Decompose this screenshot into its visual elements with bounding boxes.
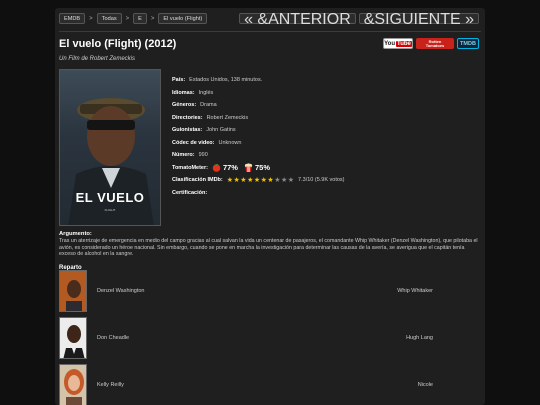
plot-label: Argumento: [59, 231, 92, 237]
tomato-icon [212, 164, 221, 173]
detail-guionistas: Guionistas: John Gatins [172, 124, 472, 137]
cast-character-name: Hugh Lang [406, 335, 433, 341]
prev-next-nav: « &ANTERIOR &SIGUIENTE » [239, 11, 479, 27]
detail-label: País: [172, 77, 186, 84]
star-empty-icon: ★ [280, 176, 288, 184]
detail-label: Géneros: [172, 102, 197, 109]
cast-actor-name[interactable]: Denzel Washington [97, 288, 145, 294]
detail-codec: Códec de video: Unknown [172, 137, 472, 150]
detail-label: Clasificación IMDb: [172, 177, 223, 184]
cast-photo-portrait [60, 271, 86, 311]
imdb-stars: ★ ★ ★ ★ ★ ★ ★ ★ ★ ★ [227, 177, 294, 184]
detail-certificacion: Certificación: [172, 187, 472, 200]
detail-label: Idiomas: [172, 89, 195, 96]
detail-value: John Gatins [206, 127, 236, 134]
detail-value: 990 [198, 152, 208, 159]
cast-photo-portrait [60, 365, 86, 405]
detail-value: Drama [200, 102, 217, 109]
cast-row: Kelly Reilly Nicole [59, 364, 479, 405]
detail-idiomas: Idiomas: Inglés [172, 87, 472, 100]
detail-pais: País: Estados Unidos, 138 minutos. [172, 74, 472, 87]
director-subtitle: Un Film de Robert Zemeckis [59, 56, 136, 62]
page-title: El vuelo (Flight) (2012) [59, 38, 177, 50]
star-filled-icon: ★ [260, 176, 267, 184]
rt-logo-line2: Tomatoes [425, 42, 445, 48]
star-filled-icon: ★ [240, 176, 247, 184]
star-empty-icon: ★ [287, 176, 295, 184]
movie-details: País: Estados Unidos, 138 minutos. Idiom… [172, 74, 472, 199]
next-button[interactable]: &SIGUIENTE » [358, 11, 479, 27]
youtube-logo-tube: Tube [396, 40, 412, 47]
detail-directores: Directories: Robert Zemeckis [172, 112, 472, 125]
tomatometer-audience: 75% [244, 163, 270, 173]
tomatometer-critics-value: 77% [222, 163, 238, 173]
breadcrumb-separator: > [125, 15, 130, 22]
detail-value: Unknown [218, 139, 242, 146]
youtube-logo-you: You [384, 40, 395, 47]
rotten-tomatoes-link[interactable]: Rotten Tomatoes [416, 38, 454, 49]
breadcrumb: EMDB > Todas > E > El vuelo (Flight) [59, 13, 208, 24]
tmdb-link[interactable]: TMDB [457, 38, 479, 49]
cast-row: Don Cheadle Hugh Lang [59, 317, 479, 359]
external-links: You Tube Rotten Tomatoes TMDB [383, 38, 479, 49]
movie-panel: EMDB > Todas > E > El vuelo (Flight) « &… [55, 8, 485, 405]
detail-tomatometer: TomatoMeter: 77% 75% [172, 162, 472, 175]
tomatometer-audience-value: 75% [254, 163, 270, 173]
imdb-rating-text: 7.3/10 (5.9K votos) [298, 177, 345, 184]
cast-character-name: Nicole [417, 382, 433, 388]
cast-actor-name[interactable]: Kelly Reilly [97, 382, 124, 388]
detail-generos: Géneros: Drama [172, 99, 472, 112]
youtube-link[interactable]: You Tube [383, 38, 413, 49]
breadcrumb-current-movie[interactable]: El vuelo (Flight) [158, 13, 208, 24]
detail-value: Robert Zemeckis [206, 114, 249, 121]
previous-button[interactable]: « &ANTERIOR [239, 11, 356, 27]
cast-photo[interactable] [59, 270, 87, 312]
cast-character-name: Whip Whitaker [397, 288, 433, 294]
cast-photo[interactable] [59, 364, 87, 405]
poster-subtitle: FLIGHT [104, 208, 116, 212]
star-filled-icon: ★ [267, 176, 274, 184]
detail-imdb: Clasificación IMDb: ★ ★ ★ ★ ★ ★ ★ ★ ★ ★ 7.3/10 (5… [172, 174, 472, 187]
plot-text: Tras un aterrizaje de emergencia en medi… [59, 238, 478, 257]
movie-poster: EL VUELO FLIGHT [59, 69, 161, 226]
cast-actor-name[interactable]: Don Cheadle [97, 335, 129, 341]
breadcrumb-emdb[interactable]: EMDB [59, 13, 86, 24]
star-filled-icon: ★ [253, 176, 261, 184]
cast-row: Denzel Washington Whip Whitaker [59, 270, 479, 312]
detail-label: TomatoMeter: [172, 164, 208, 171]
breadcrumb-separator: > [150, 15, 155, 22]
tomatometer-critics: 77% [212, 163, 238, 172]
breadcrumb-todas[interactable]: Todas [96, 13, 122, 24]
popcorn-icon [244, 163, 253, 173]
star-filled-icon: ★ [233, 176, 240, 184]
detail-numero: Número: 990 [172, 149, 472, 162]
detail-label: Certificación: [172, 189, 208, 196]
detail-value: Estados Unidos, 138 minutos. [189, 77, 263, 84]
breadcrumb-separator: > [89, 15, 93, 22]
star-filled-icon: ★ [226, 176, 234, 184]
detail-label: Guionistas: [172, 127, 203, 134]
detail-label: Códec de video: [172, 139, 215, 146]
breadcrumb-letter[interactable]: E [133, 13, 147, 24]
star-filled-icon: ★ [247, 176, 254, 184]
header-divider [59, 31, 481, 32]
cast-photo[interactable] [59, 317, 87, 359]
detail-value: Inglés [198, 89, 214, 96]
poster-title: EL VUELO [75, 190, 145, 205]
detail-label: Directories: [172, 114, 203, 121]
cast-photo-portrait [60, 318, 86, 358]
star-empty-icon: ★ [274, 176, 281, 184]
detail-label: Número: [172, 152, 195, 159]
